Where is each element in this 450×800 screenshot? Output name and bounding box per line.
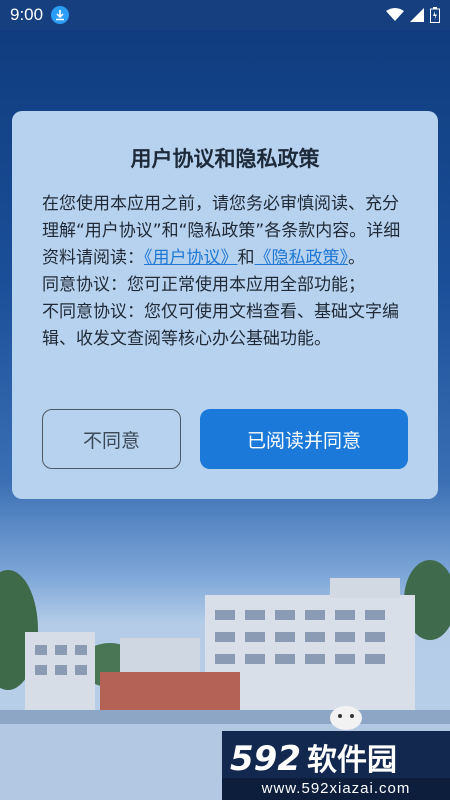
status-time: 9:00	[10, 5, 44, 24]
controller-icon	[330, 706, 362, 730]
and-text: 和	[237, 248, 255, 268]
watermark-number: 592	[230, 739, 301, 779]
dialog-body: 在您使用本应用之前，请您务必审慎阅读、充分理解“用户协议”和“隐私政策”各条款内…	[42, 191, 410, 353]
status-bar: 9:00	[0, 0, 450, 30]
dialog-title: 用户协议和隐私政策	[130, 147, 320, 171]
user-agreement-link[interactable]: 《用户协议》	[144, 248, 238, 268]
disagree-note: 不同意协议：您仅可使用文档查看、基础文字编辑、收发文查阅等核心办公基础功能。	[42, 302, 399, 349]
signal-icon	[410, 8, 424, 22]
agree-button[interactable]: 已阅读并同意	[200, 409, 408, 469]
wifi-icon	[386, 8, 404, 21]
agreement-dialog: 用户协议和隐私政策 在您使用本应用之前，请您务必审慎阅读、充分理解“用户协议”和…	[12, 111, 438, 499]
privacy-policy-link[interactable]: 《隐私政策》	[255, 248, 349, 268]
disagree-button[interactable]: 不同意	[42, 409, 181, 469]
agree-note: 同意协议：您可正常使用本应用全部功能；	[42, 275, 365, 295]
watermark-name: 软件园	[306, 743, 397, 778]
site-watermark: 592 软件园 www.592xiazai.com	[222, 731, 450, 800]
watermark-url: www.592xiazai.com	[222, 778, 450, 800]
status-icons	[386, 7, 440, 23]
battery-icon	[430, 7, 440, 23]
download-icon	[51, 6, 70, 24]
period-text: 。	[348, 248, 365, 268]
